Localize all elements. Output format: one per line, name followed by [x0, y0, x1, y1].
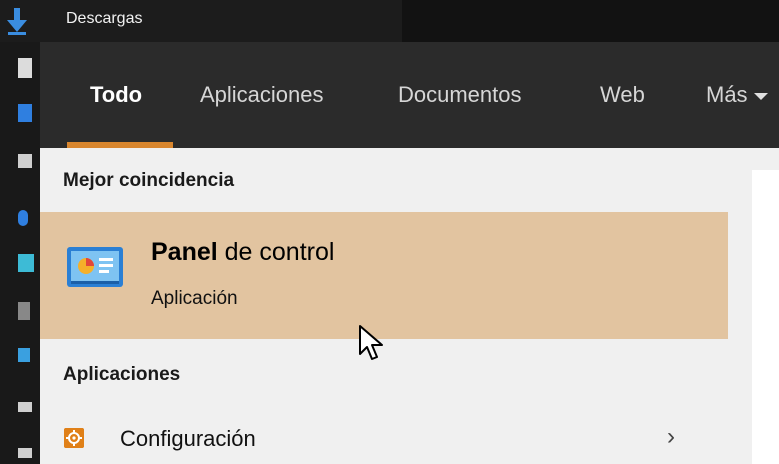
tab-web[interactable]: Web	[600, 82, 645, 108]
document-icon	[18, 58, 32, 78]
windows-search-panel: Todo Aplicaciones Documentos Web Más Mej…	[40, 42, 779, 464]
3d-objects-icon	[18, 254, 34, 272]
explorer-toolbar-dark	[402, 0, 779, 42]
drive-icon	[18, 448, 32, 458]
search-tabs-bar: Todo Aplicaciones Documentos Web Más	[40, 42, 779, 148]
best-match-result-control-panel[interactable]: Panel de control Aplicación	[40, 212, 728, 339]
explorer-title: Descargas	[66, 10, 143, 27]
best-match-heading: Mejor coincidencia	[63, 170, 235, 191]
chevron-down-icon	[753, 92, 768, 100]
music-icon	[18, 210, 28, 226]
preview-pane	[752, 170, 779, 464]
app-result-settings[interactable]: Configuración ›	[40, 420, 728, 464]
network-icon	[18, 348, 30, 362]
image-icon	[18, 154, 32, 168]
gear-icon	[64, 428, 84, 448]
apps-heading: Aplicaciones	[63, 364, 181, 385]
tab-apps[interactable]: Aplicaciones	[200, 82, 324, 108]
best-match-title-rest: de control	[217, 238, 335, 266]
folder-icon	[18, 104, 32, 122]
explorer-navigation-pane	[0, 42, 40, 464]
app-result-label: Configuración	[120, 426, 256, 451]
chevron-right-icon[interactable]: ›	[667, 423, 675, 451]
video-icon	[18, 302, 30, 320]
best-match-title: Panel de control	[151, 238, 334, 267]
download-arrow-icon	[7, 8, 27, 35]
tab-more-label: Más	[706, 82, 748, 107]
tab-documents[interactable]: Documentos	[398, 82, 522, 108]
tab-all[interactable]: Todo	[90, 82, 142, 108]
drive-icon	[18, 402, 32, 412]
active-tab-indicator	[67, 142, 173, 148]
best-match-subtitle: Aplicación	[151, 288, 238, 309]
best-match-title-bold: Panel	[151, 238, 218, 266]
tab-more[interactable]: Más	[706, 82, 768, 108]
control-panel-icon	[67, 247, 123, 287]
